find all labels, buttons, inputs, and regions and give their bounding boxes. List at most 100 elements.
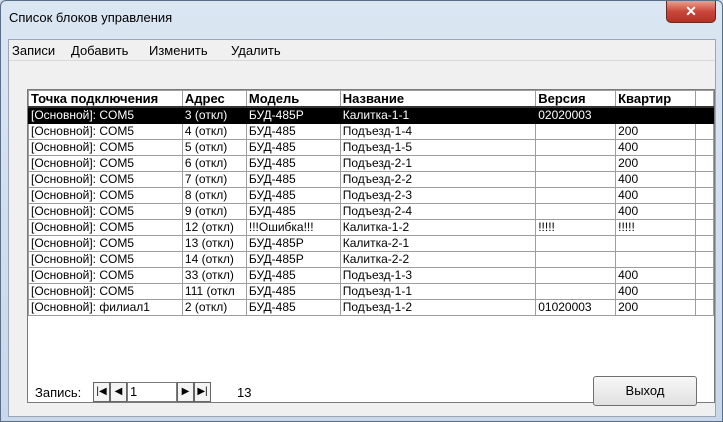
- menu-delete[interactable]: Удалить: [231, 43, 281, 58]
- cell-connection: [Основной]: COM5: [28, 267, 183, 284]
- close-button[interactable]: ✕: [666, 1, 716, 23]
- cell-version: [535, 123, 617, 140]
- cell-version: [535, 155, 617, 172]
- table-row[interactable]: [Основной]: COM5 5 (откл) БУД-485 Подъезд-1…: [28, 139, 714, 156]
- cell-connection: [Основной]: COM5: [28, 106, 183, 124]
- cell-apartments: 400: [615, 267, 697, 284]
- cell-filler: [695, 139, 714, 156]
- cell-address: 14 (откл): [181, 251, 247, 268]
- table-row[interactable]: [Основной]: COM5 14 (откл) БУД-485P Калитка…: [28, 251, 714, 268]
- menu-bar: Записи Добавить Изменить Удалить: [9, 40, 715, 61]
- cell-filler: [695, 155, 714, 172]
- cell-connection: [Основной]: COM5: [28, 235, 183, 252]
- cell-model: БУД-485P: [245, 106, 341, 124]
- cell-name: Подъезд-1-1: [339, 283, 537, 300]
- col-header-model[interactable]: Модель: [245, 90, 341, 108]
- table-row[interactable]: [Основной]: COM5 9 (откл) БУД-485 Подъезд-2…: [28, 203, 714, 220]
- prev-record-button[interactable]: ◀: [110, 382, 127, 402]
- col-header-name[interactable]: Название: [339, 90, 537, 108]
- cell-connection: [Основной]: COM5: [28, 123, 183, 140]
- cell-filler: [695, 251, 714, 268]
- cell-model: БУД-485: [245, 283, 341, 300]
- record-count: 13: [237, 385, 252, 400]
- col-header-connection[interactable]: Точка подключения: [28, 90, 183, 108]
- table-row[interactable]: [Основной]: филиал1 2 (откл) БУД-485 Подъез…: [28, 299, 714, 316]
- cell-filler: [695, 235, 714, 252]
- last-record-icon: ▶|: [197, 386, 208, 397]
- window-title: Список блоков управления: [9, 10, 173, 25]
- cell-model: БУД-485: [245, 187, 341, 204]
- cell-filler: [695, 283, 714, 300]
- col-header-version[interactable]: Версия: [535, 90, 617, 108]
- cell-model: БУД-485P: [245, 235, 341, 252]
- next-record-button[interactable]: ▶: [177, 382, 194, 402]
- cell-name: Подъезд-2-2: [339, 171, 537, 188]
- cell-filler: [695, 267, 714, 284]
- cell-apartments: 400: [615, 203, 697, 220]
- cell-connection: [Основной]: COM5: [28, 171, 183, 188]
- cell-name: Калитка-1-1: [339, 106, 537, 124]
- table-row[interactable]: [Основной]: COM5 6 (откл) БУД-485 Подъезд-2…: [28, 155, 714, 172]
- cell-version: [535, 139, 617, 156]
- exit-button[interactable]: Выход: [593, 376, 697, 406]
- cell-apartments: 400: [615, 139, 697, 156]
- table-row[interactable]: [Основной]: COM5 8 (откл) БУД-485 Подъезд-2…: [28, 187, 714, 204]
- cell-model: БУД-485: [245, 155, 341, 172]
- cell-model: БУД-485: [245, 267, 341, 284]
- cell-address: 9 (откл): [181, 203, 247, 220]
- navigation-footer: Запись: |◀ ◀ 1 ▶ ▶| 13 Выход: [9, 363, 715, 416]
- cell-version: [535, 251, 617, 268]
- cell-apartments: 400: [615, 187, 697, 204]
- col-header-apartments[interactable]: Квартир: [615, 90, 697, 108]
- cell-model: БУД-485: [245, 139, 341, 156]
- cell-filler: [695, 106, 714, 124]
- cell-address: 3 (откл): [181, 106, 247, 124]
- cell-name: Подъезд-2-3: [339, 187, 537, 204]
- records-table[interactable]: Точка подключения Адрес Модель Название …: [27, 89, 715, 403]
- record-number-field[interactable]: 1: [127, 382, 177, 402]
- prev-record-icon: ◀: [114, 386, 123, 397]
- menu-records[interactable]: Записи: [12, 43, 55, 58]
- cell-filler: [695, 219, 714, 236]
- table-row[interactable]: [Основной]: COM5 111 (откл БУД-485 Подъезд-…: [28, 283, 714, 300]
- table-row[interactable]: [Основной]: COM5 13 (откл) БУД-485P Калитка…: [28, 235, 714, 252]
- cell-address: 7 (откл): [181, 171, 247, 188]
- table-row[interactable]: [Основной]: COM5 3 (откл) БУД-485P Калитка-…: [28, 106, 714, 124]
- table-header-row: Точка подключения Адрес Модель Название …: [28, 90, 714, 108]
- cell-connection: [Основной]: COM5: [28, 187, 183, 204]
- cell-filler: [695, 171, 714, 188]
- menu-add[interactable]: Добавить: [71, 43, 128, 58]
- records-grid: Точка подключения Адрес Модель Название …: [28, 90, 714, 316]
- cell-version: [535, 283, 617, 300]
- table-row[interactable]: [Основной]: COM5 12 (откл) !!!Ошибка!!! Кал…: [28, 219, 714, 236]
- cell-filler: [695, 123, 714, 140]
- cell-version: [535, 267, 617, 284]
- cell-connection: [Основной]: COM5: [28, 251, 183, 268]
- cell-address: 5 (откл): [181, 139, 247, 156]
- table-row[interactable]: [Основной]: COM5 4 (откл) БУД-485 Подъезд-1…: [28, 123, 714, 140]
- table-row[interactable]: [Основной]: COM5 33 (откл) БУД-485 Подъезд-…: [28, 267, 714, 284]
- col-header-address[interactable]: Адрес: [181, 90, 247, 108]
- window: Список блоков управления ✕ Записи Добави…: [0, 0, 723, 422]
- cell-name: Подъезд-1-2: [339, 299, 537, 316]
- cell-apartments: [615, 251, 697, 268]
- cell-name: Подъезд-1-5: [339, 139, 537, 156]
- cell-version: [535, 187, 617, 204]
- last-record-button[interactable]: ▶|: [194, 382, 211, 402]
- first-record-button[interactable]: |◀: [93, 382, 110, 402]
- cell-name: Калитка-2-2: [339, 251, 537, 268]
- cell-name: Калитка-2-1: [339, 235, 537, 252]
- cell-model: БУД-485: [245, 203, 341, 220]
- cell-apartments: 200: [615, 299, 697, 316]
- cell-address: 8 (откл): [181, 187, 247, 204]
- cell-version: 02020003: [535, 106, 617, 124]
- table-row[interactable]: [Основной]: COM5 7 (откл) БУД-485 Подъезд-2…: [28, 171, 714, 188]
- record-label: Запись:: [35, 385, 82, 400]
- cell-apartments: [615, 235, 697, 252]
- cell-name: Подъезд-2-4: [339, 203, 537, 220]
- cell-name: Подъезд-1-4: [339, 123, 537, 140]
- first-record-icon: |◀: [96, 386, 107, 397]
- cell-connection: [Основной]: филиал1: [28, 299, 183, 316]
- menu-edit[interactable]: Изменить: [149, 43, 208, 58]
- cell-address: 2 (откл): [181, 299, 247, 316]
